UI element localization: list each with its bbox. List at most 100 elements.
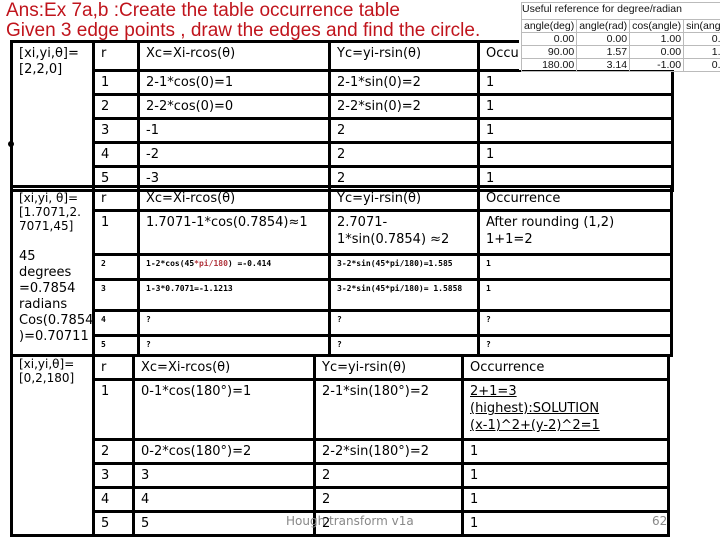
cell-yc: ? [328, 309, 480, 337]
header-xc: Xc=Xi-rcos(θ) [132, 354, 316, 381]
header-r: r [92, 354, 135, 381]
cell-yc: 2.7071-1*sin(0.7854) ≈2 [328, 209, 480, 256]
table-row: 2 0-2*cos(180°)=2 2-2*sin(180°)=2 1 [12, 438, 670, 465]
header-occurrence: Occurrence [461, 354, 670, 381]
cell-occurrence: 1 [477, 117, 674, 144]
reference-caption: Useful reference for degree/radian [521, 2, 720, 20]
cell-r: 4 [92, 486, 135, 513]
table-row: 4 4 2 1 [12, 486, 670, 513]
header-xc: Xc=Xi-rcos(θ) [137, 185, 331, 212]
ref-cell: -1.00 [629, 58, 685, 72]
point-label: [xi,yi,θ]= [2,2,0] [10, 40, 95, 192]
cell-yc: ? [328, 334, 480, 357]
ref-header: cos(angle) [629, 19, 685, 33]
cell-r: 3 [92, 462, 135, 489]
cell-occurrence: 1 [461, 438, 670, 465]
cell-occurrence: After rounding (1,2) 1+1=2 [477, 209, 673, 256]
text-part: ) =-0.414 [227, 259, 272, 268]
solution-line: (highest):SOLUTION [470, 401, 600, 416]
cell-xc: -2 [137, 141, 331, 168]
angle-conversion-note: 45 degrees =0.7854 radians Cos(0.7854 )=… [19, 249, 94, 344]
text-part: 1-2*cos(45 [146, 259, 195, 268]
ref-header: sin(angle) [683, 19, 720, 33]
cell-yc: 2 [313, 462, 464, 489]
table-row: 1 0-1*cos(180°)=1 2-1*sin(180°)=2 2+1=3 … [12, 378, 670, 441]
cell-r: 1 [92, 378, 135, 441]
cell-occurrence: 1 [477, 253, 673, 281]
ref-cell: 0.00 [576, 32, 631, 46]
reference-table: angle(deg) angle(rad) cos(angle) sin(ang… [520, 19, 720, 72]
header-r: r [92, 185, 140, 212]
ref-cell: 0.00 [520, 32, 578, 46]
ref-row: 0.00 0.00 1.00 0.00 [520, 32, 720, 46]
cell-occurrence: 1 [477, 278, 673, 312]
ref-cell: 1.57 [576, 45, 631, 59]
ref-cell: 3.14 [576, 58, 631, 72]
point-label: [xi,yi, θ]= [1.7071,2. 7071,45] [19, 191, 81, 233]
footer-text: Hough transform v1a [286, 514, 414, 528]
header-occurrence: Occurrence [477, 185, 673, 212]
cell-yc: 2-1*sin(180°)=2 [313, 378, 464, 441]
cell-occurrence: 1 [461, 510, 670, 537]
cell-xc: 1-2*cos(45*pi/180) =-0.414 [137, 253, 331, 281]
point-label-cell: [xi,yi, θ]= [1.7071,2. 7071,45] 45 degre… [10, 185, 95, 357]
table-row: 2 1-2*cos(45*pi/180) =-0.414 3-2*sin(45*… [12, 253, 673, 281]
ref-header: angle(deg) [520, 19, 578, 33]
cell-r: 2 [92, 253, 140, 281]
occurrence-table-point-2: [xi,yi, θ]= [1.7071,2. 7071,45] 45 degre… [10, 185, 673, 357]
cell-xc: 1-3*0.7071=-1.1213 [137, 278, 331, 312]
table-row: 4 ? ? ? [12, 309, 673, 337]
page-number: 62 [652, 514, 668, 528]
degree-radian-reference: Useful reference for degree/radian angle… [519, 0, 720, 72]
cell-occurrence: ? [477, 309, 673, 337]
cell-r: 1 [92, 209, 140, 256]
table-row: 1 2-1*cos(0)=1 2-1*sin(0)=2 1 [12, 69, 674, 96]
header-xc: Xc=Xi-rcos(θ) [137, 40, 331, 72]
header-yc: Yc=yi-rsin(θ) [328, 40, 480, 72]
table-row: 3 1-3*0.7071=-1.1213 3-2*sin(45*pi/180)=… [12, 278, 673, 312]
solution-cell: 2+1=3 (highest):SOLUTION (x-1)^2+(y-2)^2… [461, 378, 670, 441]
cell-r: 4 [92, 309, 140, 337]
cell-yc: 2 [313, 486, 464, 513]
solution-equation: (x-1)^2+(y-2)^2=1 [470, 418, 600, 433]
cell-xc: 0-2*cos(180°)=2 [132, 438, 316, 465]
cell-xc: ? [137, 334, 331, 357]
table-row: 3 3 2 1 [12, 462, 670, 489]
ref-cell: 180.00 [520, 58, 578, 72]
table-row: 2 2-2*cos(0)=0 2-2*sin(0)=2 1 [12, 93, 674, 120]
cell-occurrence: 1 [477, 141, 674, 168]
bullet-dot [8, 141, 14, 147]
cell-yc: 3-2*sin(45*pi/180)= 1.5858 [328, 278, 480, 312]
ref-cell: 1.00 [683, 45, 720, 59]
cell-occurrence: 1 [477, 69, 674, 96]
cell-xc: ? [137, 309, 331, 337]
table-row: 3 -1 2 1 [12, 117, 674, 144]
occurrence-table-point-3: [xi,yi,θ]= [0,2,180] r Xc=Xi-rcos(θ) Yc=… [10, 354, 670, 537]
cell-yc: 2-2*sin(180°)=2 [313, 438, 464, 465]
cell-occurrence: 1 [461, 486, 670, 513]
cell-xc: 4 [132, 486, 316, 513]
cell-r: 1 [92, 69, 140, 96]
table-row: 4 -2 2 1 [12, 141, 674, 168]
highlighted-text: *pi/180 [194, 259, 228, 268]
solution-line: 2+1=3 [470, 384, 517, 399]
cell-r: 5 [92, 510, 135, 537]
header-yc: Yc=yi-rsin(θ) [328, 185, 480, 212]
ref-row: 90.00 1.57 0.00 1.00 [520, 45, 720, 59]
cell-xc: 0-1*cos(180°)=1 [132, 378, 316, 441]
slide-title-line-1: Ans:Ex 7a,b :Create the table occurrence… [6, 0, 400, 21]
cell-yc: 2 [328, 117, 480, 144]
cell-xc: 3 [132, 462, 316, 489]
header-r: r [92, 40, 140, 72]
table-row: 5 ? ? ? [12, 334, 673, 357]
cell-r: 4 [92, 141, 140, 168]
cell-xc: 2-2*cos(0)=0 [137, 93, 331, 120]
ref-cell: 90.00 [520, 45, 578, 59]
cell-r: 5 [92, 334, 140, 357]
cell-occurrence: ? [477, 334, 673, 357]
ref-cell: 1.00 [629, 32, 685, 46]
cell-yc: 2 [328, 141, 480, 168]
cell-yc: 2-1*sin(0)=2 [328, 69, 480, 96]
cell-yc: 2-2*sin(0)=2 [328, 93, 480, 120]
cell-yc: 3-2*sin(45*pi/180)=1.585 [328, 253, 480, 281]
